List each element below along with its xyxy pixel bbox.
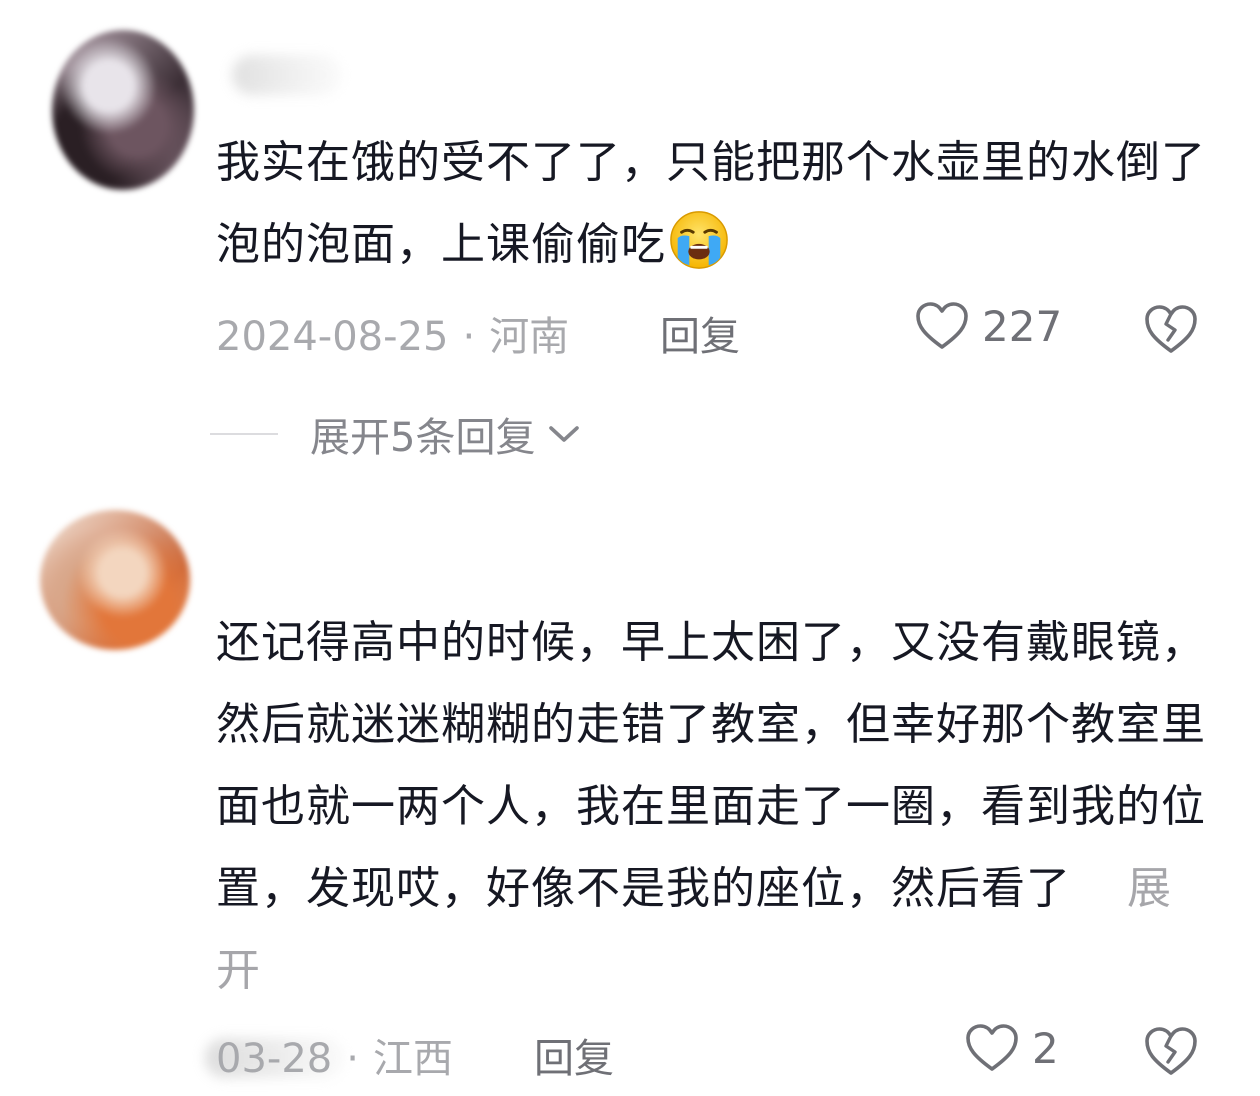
like-button[interactable]: 2 (964, 1022, 1059, 1074)
expand-replies-button[interactable]: 展开5条回复 (210, 406, 581, 462)
comment-meta: 03-28 · 江西 回复 2 (216, 1022, 1200, 1082)
broken-heart-icon[interactable] (1142, 1024, 1200, 1078)
expand-replies-label: 展开5条回复 (310, 415, 536, 461)
like-count: 227 (982, 301, 1063, 351)
avatar[interactable] (40, 510, 190, 650)
username-blurred[interactable] (232, 55, 342, 95)
comment-text-content: 还记得高中的时候，早上太困了，又没有戴眼镜，然后就迷迷糊糊的走错了教室，但幸好那… (216, 617, 1206, 914)
comment-text: 还记得高中的时候，早上太困了，又没有戴眼镜，然后就迷迷糊糊的走错了教室，但幸好那… (216, 602, 1206, 1012)
reply-button[interactable]: 回复 (534, 1026, 614, 1084)
comment-item: 我实在饿的受不了了，只能把那个水壶里的水倒了泡的泡面，上课偷偷吃 2024-08… (0, 0, 1260, 480)
reply-button[interactable]: 回复 (660, 304, 740, 362)
comment-date: 03-28 (216, 1036, 333, 1082)
heart-outline-icon (966, 1024, 1018, 1071)
comment-location: 江西 (372, 1036, 453, 1082)
divider-line (210, 433, 278, 435)
comment-item: 还记得高中的时候，早上太困了，又没有戴眼镜，然后就迷迷糊糊的走错了教室，但幸好那… (0, 490, 1260, 1096)
like-button[interactable]: 227 (914, 300, 1062, 352)
comment-date-location: 2024-08-25 · 河南 (216, 304, 569, 362)
chevron-down-icon (549, 426, 580, 442)
comment-text: 我实在饿的受不了了，只能把那个水壶里的水倒了泡的泡面，上课偷偷吃 (216, 122, 1206, 286)
broken-heart-icon[interactable] (1142, 302, 1200, 356)
avatar[interactable] (52, 30, 194, 190)
comment-date-location: 03-28 · 江西 (216, 1026, 453, 1084)
heart-outline-icon (916, 302, 968, 349)
comment-date: 2024-08-25 (216, 314, 449, 360)
meta-separator: · (462, 314, 476, 360)
crying-face-icon (670, 211, 728, 269)
like-count: 2 (1032, 1023, 1059, 1073)
comment-meta: 2024-08-25 · 河南 回复 227 (216, 300, 1200, 360)
comment-location: 河南 (489, 314, 570, 360)
meta-separator: · (346, 1036, 359, 1082)
